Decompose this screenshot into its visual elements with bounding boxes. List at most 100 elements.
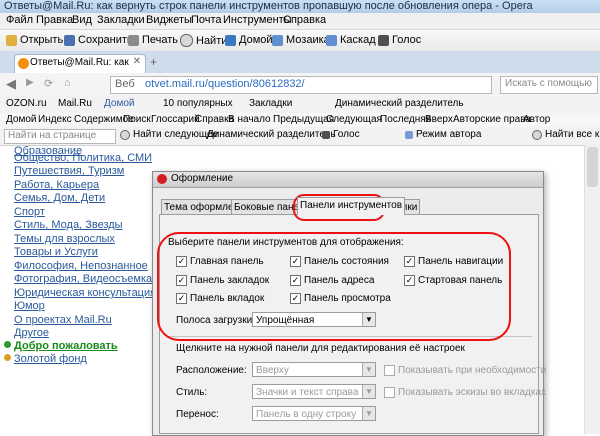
bookmark-home[interactable]: Домой [104, 98, 134, 109]
reload-icon[interactable]: ⟳ [44, 77, 53, 90]
wrap-label: Перенос: [176, 409, 219, 420]
print-button[interactable]: Печать [128, 34, 178, 46]
style-label: Стиль: [176, 387, 208, 398]
menu-mail[interactable]: Почта [191, 14, 222, 26]
dialog-titlebar: Оформление [153, 172, 543, 188]
category-link[interactable]: Темы для взрослых [14, 233, 115, 245]
bookmark-divider: Динамический разделитель [335, 98, 464, 109]
show-needed-checkbox[interactable]: Показывать при необходимости [384, 365, 546, 376]
chevron-down-icon: ▼ [362, 385, 375, 398]
main-toolbar: Открыть Сохранить Печать Найти Домой Моз… [0, 30, 600, 52]
find-toolbar: Найти на странице Найти следующее Динами… [0, 127, 600, 146]
category-link[interactable]: Работа, Карьера [14, 179, 99, 191]
find-button[interactable]: Найти [180, 34, 227, 47]
bookmark-popular[interactable]: 10 популярных [163, 98, 233, 109]
chevron-down-icon: ▼ [362, 363, 375, 376]
edit-hint: Щелкните на нужной панели для редактиров… [176, 343, 465, 354]
nav-start[interactable]: В начало [228, 114, 271, 125]
url-field[interactable]: Веб otvet.mail.ru/question/80612832/ [110, 76, 492, 94]
magnifier-icon [532, 129, 542, 140]
nav-author[interactable]: Автор [523, 114, 550, 125]
magnifier-icon [180, 34, 193, 47]
save-button[interactable]: Сохранить [64, 34, 133, 46]
annotation-checkbox-outline [157, 232, 511, 341]
forward-icon[interactable]: ▶ [26, 77, 34, 88]
category-link[interactable]: О проектах Mail.Ru [14, 314, 112, 326]
nav-next[interactable]: Следующая [326, 114, 382, 125]
speaker-icon [378, 34, 389, 46]
cascade-icon [326, 34, 337, 46]
category-link[interactable]: Семья, Дом, Дети [14, 192, 105, 204]
show-thumbs-checkbox[interactable]: Показывать эскизы во вкладках [384, 387, 546, 398]
mailru-icon [18, 58, 29, 69]
category-link[interactable]: Юридическая консультация [14, 287, 156, 299]
bookmark-mailru[interactable]: Mail.Ru [58, 98, 92, 109]
category-link[interactable]: Общество, Политика, СМИ [14, 152, 152, 164]
menu-file[interactable]: Файл [6, 14, 33, 26]
category-link[interactable]: Фотография, Видеосъемка [14, 273, 152, 285]
url-text: otvet.mail.ru/question/80612832/ [145, 78, 305, 90]
nav-last[interactable]: Последняя [380, 114, 431, 125]
address-bar: ◀ ▶ ⟳ ⌂ Веб otvet.mail.ru/question/80612… [0, 73, 600, 97]
menu-view[interactable]: Вид [72, 14, 92, 26]
magnifier-icon [120, 129, 130, 140]
menu-widgets[interactable]: Виджеты [146, 14, 192, 26]
category-link[interactable]: Философия, Непознанное [14, 260, 148, 272]
window-title: Ответы@Mail.Ru: как вернуть строк панели… [4, 0, 533, 12]
category-link[interactable]: Другое [14, 327, 49, 339]
appearance-dialog: Оформление Тема оформления Боковые панел… [152, 171, 546, 436]
find-all-button[interactable]: Найти все к [532, 129, 599, 140]
cascade-button[interactable]: Каскад [326, 34, 376, 46]
tab-otvet[interactable]: Ответы@Mail.Ru: как в... ✕ [14, 54, 146, 74]
bookmarks-bar: OZON.ru Mail.Ru Домой 10 популярных Закл… [0, 96, 600, 114]
golden-fund-link[interactable]: Золотой фонд [14, 353, 87, 365]
nav-copyright[interactable]: Авторские права [453, 114, 531, 125]
welcome-link[interactable]: Добро пожаловать [14, 340, 118, 352]
new-tab-icon[interactable]: + [150, 55, 157, 69]
category-link[interactable]: Товары и Услуги [14, 246, 98, 258]
voice-button[interactable]: Голос [378, 34, 421, 46]
wrap-select[interactable]: Панель в одну строку ▼ [252, 406, 376, 421]
category-link[interactable]: Путешествия, Туризм [14, 165, 124, 177]
welcome-bullet-icon [4, 341, 11, 348]
home-nav-icon[interactable]: ⌂ [64, 77, 71, 89]
menu-tools[interactable]: Инструменты [223, 14, 292, 26]
search-field[interactable]: Искать с помощью [500, 76, 598, 94]
menu-edit[interactable]: Правка [36, 14, 73, 26]
category-link[interactable]: Стиль, Мода, Звезды [14, 219, 123, 231]
nav-up[interactable]: Вверх [425, 114, 453, 125]
bookmark-folder[interactable]: Закладки [249, 98, 292, 109]
open-button[interactable]: Открыть [6, 34, 63, 46]
category-link[interactable]: Юмор [14, 300, 45, 312]
nav-previous[interactable]: Предыдущая [273, 114, 334, 125]
find-next-button[interactable]: Найти следующее [120, 129, 218, 140]
speaker-icon [322, 130, 330, 139]
find-input[interactable]: Найти на странице [4, 129, 116, 144]
style-select[interactable]: Значки и текст справа ▼ [252, 384, 376, 399]
bookmark-ozon[interactable]: OZON.ru [6, 98, 47, 109]
dialog-title: Оформление [171, 173, 234, 184]
menu-bar: Файл Правка Вид Закладки Виджеты Почта И… [0, 13, 600, 30]
menu-bookmarks[interactable]: Закладки [97, 14, 145, 26]
tab-label: Ответы@Mail.Ru: как в... [30, 57, 130, 68]
dynamic-divider: Динамический разделитель [207, 129, 336, 140]
home-button[interactable]: Домой [225, 34, 273, 46]
position-select[interactable]: Вверху ▼ [252, 362, 376, 377]
voice-tool-button[interactable]: Голос [322, 129, 360, 140]
author-mode-button[interactable]: Режим автора [405, 129, 481, 140]
mosaic-button[interactable]: Мозаика [272, 34, 330, 46]
nav-home[interactable]: Домой [6, 114, 36, 125]
house-icon [225, 34, 236, 46]
scrollbar-thumb[interactable] [587, 147, 598, 187]
nav-index[interactable]: Индекс [38, 114, 72, 125]
tab-toolbars[interactable]: Панели инструментов [297, 197, 406, 215]
nav-search[interactable]: Поиск [123, 114, 151, 125]
close-icon[interactable]: ✕ [133, 56, 141, 67]
category-link[interactable]: Спорт [14, 206, 45, 218]
folder-icon [6, 34, 17, 46]
menu-help[interactable]: Справка [283, 14, 326, 26]
author-icon [405, 130, 413, 139]
page-scrollbar[interactable] [584, 145, 600, 434]
back-icon[interactable]: ◀ [6, 76, 16, 92]
nav-glossary[interactable]: Глоссарий [151, 114, 200, 125]
